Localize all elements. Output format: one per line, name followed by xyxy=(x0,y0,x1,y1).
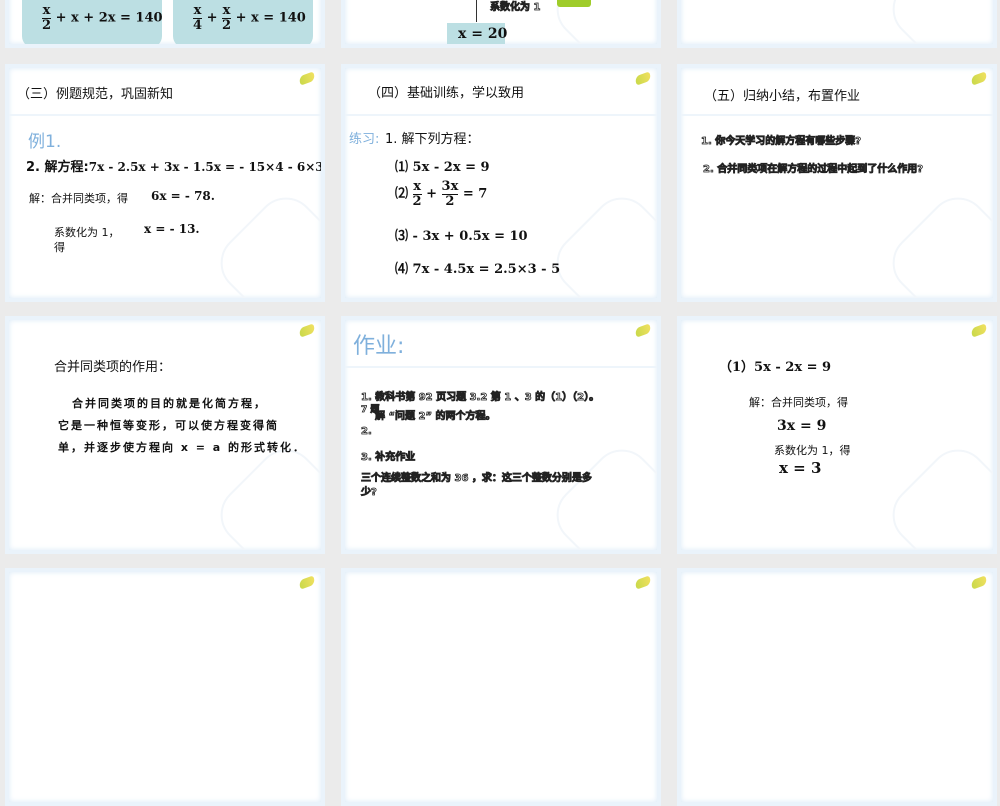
watermark xyxy=(544,0,657,44)
denominator: 2 xyxy=(445,193,455,209)
denominator: 2 xyxy=(42,17,52,33)
numerator: 3x xyxy=(441,179,459,195)
watermark xyxy=(544,437,657,550)
problem-equation: 7x - 2.5x + 3x - 1.5x = - 15×4 - 6×3. xyxy=(88,160,325,174)
slide-title: （三）例题规范，巩固新知 xyxy=(17,87,174,102)
pencil-icon xyxy=(969,323,989,338)
step1-equation: 3x = 9 xyxy=(777,418,827,434)
arrow-line xyxy=(476,0,477,22)
slide-thumbnail-8[interactable]: 作业: 1. 教科书第 92 页习题 3.2 第 1 、3 的（1）（2）。 7… xyxy=(341,316,661,554)
result-text: x = 20 xyxy=(458,26,508,42)
question-2: 2. 合并同类项在解方程的过程中起到了什么作用? xyxy=(703,164,924,176)
body-line-3: 单，并逐步使方程向 x = a 的形式转化． xyxy=(58,441,307,454)
step2-label: 系数化为 1， xyxy=(54,226,120,239)
result-box: x = 20 xyxy=(447,23,508,44)
pencil-icon xyxy=(297,323,317,338)
exercise-2-rest: = 7 xyxy=(462,186,488,202)
step1-label: 解：合并同类项，得 xyxy=(749,396,848,409)
problem-prefix: 2. 解方程: xyxy=(26,160,89,175)
slide-thumbnail-5[interactable]: （四）基础训练，学以致用 练习: 1. 解下列方程： ⑴ 5x - 2x = 9… xyxy=(341,64,661,302)
equation-box-1: x2 + x + 2x = 140 xyxy=(22,0,163,44)
slide-thumbnail-10[interactable] xyxy=(5,568,325,806)
homework-line-2b: 解 “问题 2” 的两个方程。 xyxy=(375,411,496,423)
slide-heading: 合并同类项的作用： xyxy=(54,360,172,375)
slide-thumbnail-3[interactable] xyxy=(677,0,997,48)
denominator: 2 xyxy=(412,193,422,209)
denominator: 2 xyxy=(222,17,232,33)
pencil-icon xyxy=(297,575,317,590)
slide-thumbnail-7[interactable]: 合并同类项的作用： 合并同类项的目的就是化简方程， 它是一种恒等变形，可以使方程… xyxy=(5,316,325,554)
equation-box-2: x4 + x2 + x = 140 xyxy=(173,0,313,44)
step2-label: 系数化为 1，得 xyxy=(774,444,851,457)
watermark xyxy=(880,0,993,44)
slide-title: （五）归纳小结，布置作业 xyxy=(704,89,861,104)
numerator: x xyxy=(193,3,203,19)
homework-line-3: 2. xyxy=(361,426,373,438)
problem-text: 2. 解方程:7x - 2.5x + 3x - 1.5x = - 15×4 - … xyxy=(26,156,325,175)
watermark xyxy=(208,185,321,298)
homework-line-5: 三个连续整数之和为 36 ，求：这三个整数分别是多 xyxy=(361,473,593,485)
homework-line-4: 3. 补充作业 xyxy=(361,452,416,464)
numerator: x xyxy=(412,179,422,195)
exercise-2-number: ⑵ xyxy=(395,186,409,202)
watermark xyxy=(880,437,993,550)
practice-label: 练习: xyxy=(349,132,380,147)
practice-prompt: 1. 解下列方程： xyxy=(385,132,480,147)
slide-thumbnail-4[interactable]: （三）例题规范，巩固新知 例1. 2. 解方程:7x - 2.5x + 3x -… xyxy=(5,64,325,302)
equation-text: + x + 2x = 140 xyxy=(55,10,163,26)
watermark xyxy=(880,185,993,298)
example-label: 例1. xyxy=(28,132,62,152)
exercise-1: ⑴ 5x - 2x = 9 xyxy=(395,160,490,175)
watermark xyxy=(544,185,657,298)
step1-label: 解：合并同类项，得 xyxy=(29,192,128,205)
numerator: x xyxy=(42,3,52,19)
numerator: x xyxy=(222,3,232,19)
step1-equation: 6x = - 78. xyxy=(151,189,215,203)
slide-thumbnail-2[interactable]: 系数化为 1 x = 20 xyxy=(341,0,661,48)
exercise-4: ⑷ 7x - 4.5x = 2.5×3 - 5 xyxy=(395,262,561,277)
slide-thumbnail-12[interactable] xyxy=(677,568,997,806)
denominator: 4 xyxy=(193,17,203,33)
step2-equation: x = 3 xyxy=(779,459,822,477)
slide-thumbnail-1[interactable]: x2 + x + 2x = 140 x4 + x2 + x = 140 xyxy=(5,0,325,48)
green-arrow-icon xyxy=(557,0,591,7)
step-text: 系数化为 1 xyxy=(490,2,541,14)
slide-thumbnail-9[interactable]: （1）5x - 2x = 9 解：合并同类项，得 3x = 9 系数化为 1，得… xyxy=(677,316,997,554)
body-line-2: 它是一种恒等变形，可以使方程变得简 xyxy=(58,419,279,432)
homework-line-1: 1. 教科书第 92 页习题 3.2 第 1 、3 的（1）（2）。 xyxy=(361,392,600,404)
step2-label-2: 得 xyxy=(54,241,65,254)
problem-text: （1）5x - 2x = 9 xyxy=(719,360,832,375)
step2-equation: x = - 13. xyxy=(144,222,200,236)
question-1: 1. 你今天学习的解方程有哪些步骤? xyxy=(701,136,862,148)
equation-text: + x = 140 xyxy=(235,10,306,26)
slide-title: 作业: xyxy=(353,334,405,359)
slide-thumbnail-11[interactable] xyxy=(341,568,661,806)
pencil-icon xyxy=(633,575,653,590)
exercise-2: ⑵ x2 + 3x 2 = 7 xyxy=(395,179,488,209)
body-line-1: 合并同类项的目的就是化简方程， xyxy=(72,397,267,410)
exercise-3: ⑶ - 3x + 0.5x = 10 xyxy=(395,229,528,244)
homework-line-6: 少? xyxy=(361,487,378,499)
slide-title: （四）基础训练，学以致用 xyxy=(368,86,525,101)
pencil-icon xyxy=(969,575,989,590)
slide-thumbnail-6[interactable]: （五）归纳小结，布置作业 1. 你今天学习的解方程有哪些步骤? 2. 合并同类项… xyxy=(677,64,997,302)
